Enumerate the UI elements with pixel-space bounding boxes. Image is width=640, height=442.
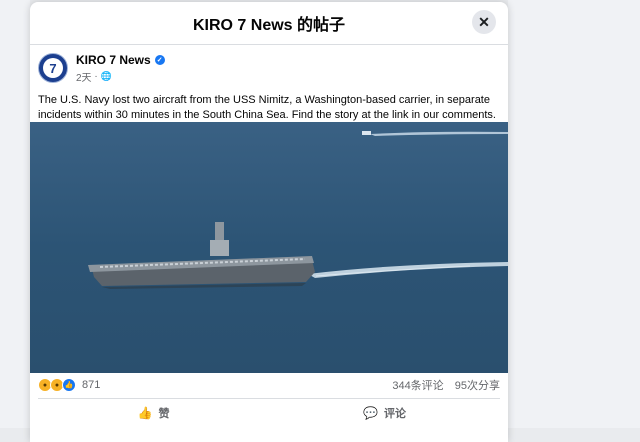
post-photo[interactable]	[30, 122, 508, 373]
share-count[interactable]: 95次分享	[455, 380, 500, 392]
like-icon: 👍	[62, 378, 76, 392]
reaction-count: 871	[82, 379, 101, 391]
post-meta: 2天 · 🌐	[76, 69, 112, 84]
modal-header: KIRO 7 News 的帖子 ✕	[30, 2, 508, 45]
like-button[interactable]: 👍 赞	[38, 405, 269, 421]
author-block: KIRO 7 News ✓ 2天 · 🌐	[76, 53, 165, 84]
right-stats: 344条评论 95次分享	[384, 377, 500, 393]
globe-icon: 🌐	[100, 71, 112, 81]
avatar-logo: 7	[43, 58, 63, 78]
close-button[interactable]: ✕	[472, 10, 496, 34]
close-icon: ✕	[478, 13, 490, 30]
comment-count[interactable]: 344条评论	[392, 380, 443, 392]
author-line: KIRO 7 News ✓	[76, 53, 165, 67]
verified-badge-icon: ✓	[154, 55, 165, 65]
modal-title: KIRO 7 News 的帖子	[192, 17, 346, 34]
avatar[interactable]: 7	[38, 53, 68, 83]
page-backdrop-left	[0, 0, 30, 428]
page-backdrop-right	[508, 0, 640, 428]
post-header: 7 KIRO 7 News ✓ 2天 · 🌐	[30, 45, 508, 87]
thumbs-up-icon: 👍	[137, 406, 153, 420]
comment-button[interactable]: 💬 评论	[269, 405, 500, 421]
post-text: The U.S. Navy lost two aircraft from the…	[38, 94, 496, 121]
post-time[interactable]: 2天	[76, 69, 92, 84]
like-label: 赞	[158, 408, 170, 420]
action-bar: 👍 赞 💬 评论	[38, 398, 500, 427]
comment-bubble-icon: 💬	[363, 406, 378, 420]
post-stats: ● ● 👍 871 344条评论 95次分享	[38, 376, 500, 394]
author-name[interactable]: KIRO 7 News	[76, 53, 151, 67]
comment-label: 评论	[383, 408, 406, 420]
reaction-summary[interactable]: ● ● 👍 871	[38, 378, 100, 392]
post-modal: KIRO 7 News 的帖子 ✕ 7 KIRO 7 News ✓ 2天 · 🌐…	[30, 2, 508, 442]
